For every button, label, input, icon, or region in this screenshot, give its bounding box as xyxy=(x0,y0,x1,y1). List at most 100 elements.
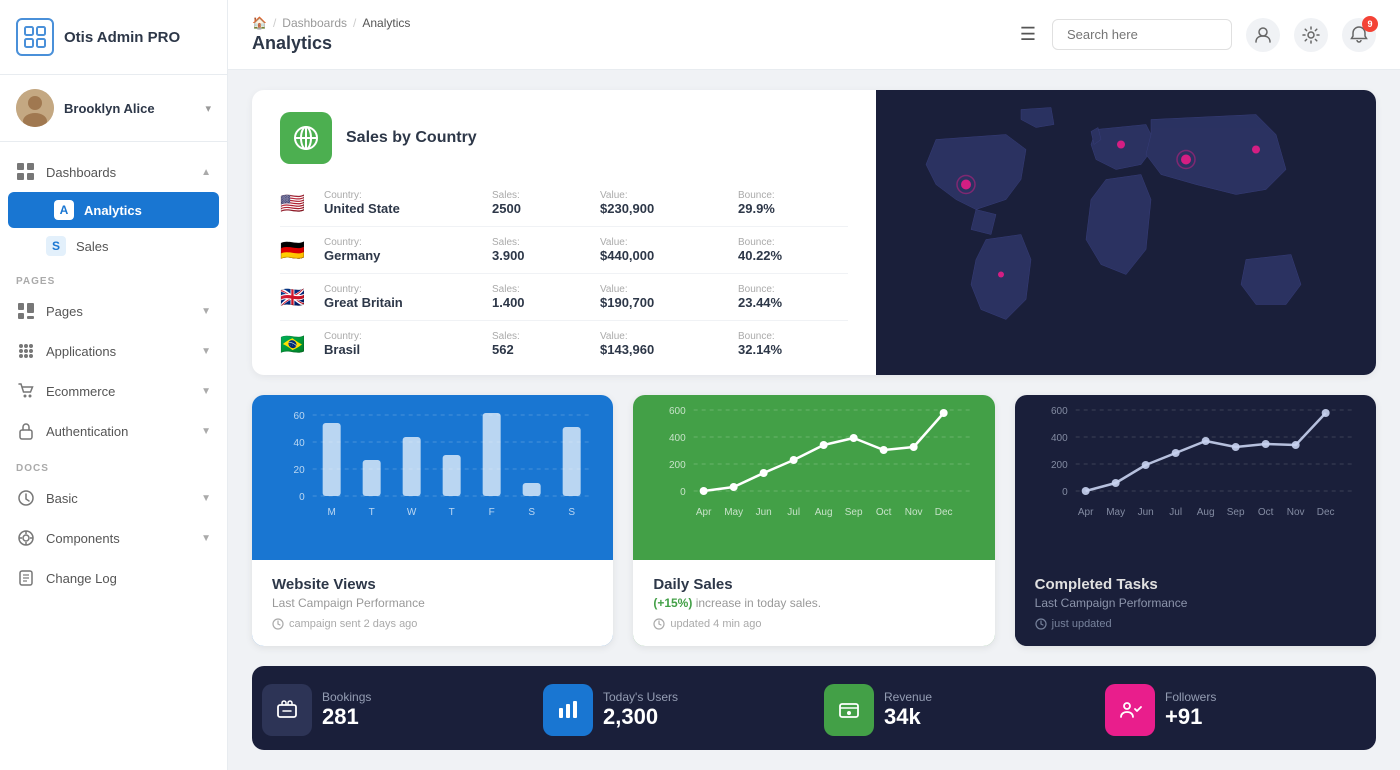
daily-sales-info: Daily Sales (+15%) increase in today sal… xyxy=(633,560,994,646)
svg-text:T: T xyxy=(449,507,455,518)
user-icon[interactable] xyxy=(1246,18,1280,52)
users-value: 2,300 xyxy=(603,704,806,730)
navigation: Dashboards ▲ A Analytics S Sales PAGES P… xyxy=(0,142,227,770)
svg-text:600: 600 xyxy=(669,406,686,417)
svg-text:Nov: Nov xyxy=(1286,507,1304,518)
svg-text:Jul: Jul xyxy=(788,507,801,518)
analytics-label: Analytics xyxy=(84,203,142,218)
svg-text:T: T xyxy=(369,507,375,518)
bookings-icon-box xyxy=(262,684,312,736)
ecommerce-label: Ecommerce xyxy=(46,384,191,399)
svg-text:60: 60 xyxy=(294,411,306,422)
country-info: Country: Great Britain xyxy=(324,284,484,310)
sidebar-item-pages[interactable]: Pages ▼ xyxy=(0,291,227,331)
svg-text:200: 200 xyxy=(1051,460,1068,471)
home-icon[interactable]: 🏠 xyxy=(252,16,267,30)
country-row: 🇺🇸 Country: United State Sales: 2500 Val… xyxy=(280,180,848,227)
topbar-left: 🏠 / Dashboards / Analytics Analytics xyxy=(252,16,1004,54)
bounce-info: Bounce: 32.14% xyxy=(738,331,848,357)
sidebar: Otis Admin PRO Brooklyn Alice ▾ Dashboar… xyxy=(0,0,228,770)
users-label: Today's Users xyxy=(603,690,806,704)
svg-text:400: 400 xyxy=(669,433,686,444)
clock-icon xyxy=(1035,618,1047,630)
sales-info: Sales: 562 xyxy=(492,331,592,357)
content-area: Sales by Country 🇺🇸 Country: United Stat… xyxy=(228,70,1400,770)
sidebar-item-sales[interactable]: S Sales xyxy=(0,228,227,264)
website-views-info: Website Views Last Campaign Performance … xyxy=(252,560,613,646)
changelog-label: Change Log xyxy=(46,571,211,586)
svg-text:Apr: Apr xyxy=(696,507,712,518)
breadcrumb-sep2: / xyxy=(353,16,356,30)
svg-text:200: 200 xyxy=(669,460,686,471)
svg-text:40: 40 xyxy=(294,438,306,449)
dashboards-icon xyxy=(16,162,36,182)
followers-icon-cell xyxy=(1095,666,1165,750)
completed-tasks-card: 600 400 200 0 Apr xyxy=(1015,395,1376,646)
breadcrumb-sep1: / xyxy=(273,16,276,30)
notifications-icon[interactable]: 9 xyxy=(1342,18,1376,52)
completed-tasks-subtitle: Last Campaign Performance xyxy=(1035,596,1356,610)
applications-icon xyxy=(16,341,36,361)
country-row: 🇩🇪 Country: Germany Sales: 3.900 Value: … xyxy=(280,227,848,274)
user-profile[interactable]: Brooklyn Alice ▾ xyxy=(0,75,227,142)
country-row: 🇧🇷 Country: Brasil Sales: 562 Value: $14… xyxy=(280,321,848,367)
svg-text:0: 0 xyxy=(1062,487,1068,498)
dashboards-label: Dashboards xyxy=(46,165,191,180)
clock-icon xyxy=(272,618,284,630)
applications-label: Applications xyxy=(46,344,191,359)
svg-text:Dec: Dec xyxy=(935,507,953,518)
completed-tasks-footer: just updated xyxy=(1035,618,1356,630)
svg-text:Sep: Sep xyxy=(845,507,863,518)
bounce-info: Bounce: 29.9% xyxy=(738,190,848,216)
world-map xyxy=(876,90,1376,375)
basic-label: Basic xyxy=(46,491,191,506)
sales-info: Sales: 2500 xyxy=(492,190,592,216)
breadcrumb-dashboards[interactable]: Dashboards xyxy=(282,16,347,30)
sidebar-item-basic[interactable]: Basic ▼ xyxy=(0,478,227,518)
sidebar-item-ecommerce[interactable]: Ecommerce ▼ xyxy=(0,371,227,411)
sidebar-item-authentication[interactable]: Authentication ▼ xyxy=(0,411,227,451)
users-text: Today's Users 2,300 xyxy=(603,666,814,750)
sidebar-item-analytics[interactable]: A Analytics xyxy=(8,192,219,228)
user-name: Brooklyn Alice xyxy=(64,101,195,116)
main-area: 🏠 / Dashboards / Analytics Analytics ☰ 9 xyxy=(228,0,1400,770)
map-section xyxy=(876,90,1376,375)
svg-text:Sep: Sep xyxy=(1226,507,1244,518)
svg-text:S: S xyxy=(568,507,575,518)
svg-text:Dec: Dec xyxy=(1316,507,1334,518)
value-info: Value: $440,000 xyxy=(600,237,730,263)
authentication-label: Authentication xyxy=(46,424,191,439)
settings-icon[interactable] xyxy=(1294,18,1328,52)
notification-badge: 9 xyxy=(1362,16,1378,32)
sidebar-item-dashboards[interactable]: Dashboards ▲ xyxy=(0,152,227,192)
bounce-info: Bounce: 40.22% xyxy=(738,237,848,263)
sales-label: Sales xyxy=(76,239,109,254)
ecommerce-icon xyxy=(16,381,36,401)
sidebar-item-changelog[interactable]: Change Log xyxy=(0,558,227,598)
bookings-icon-cell xyxy=(252,666,322,750)
pages-label: Pages xyxy=(46,304,191,319)
value-info: Value: $143,960 xyxy=(600,331,730,357)
svg-text:Oct: Oct xyxy=(1258,507,1274,518)
sales-letter: S xyxy=(46,236,66,256)
pages-section-label: PAGES xyxy=(0,264,227,291)
sidebar-item-components[interactable]: Components ▼ xyxy=(0,518,227,558)
basic-icon xyxy=(16,488,36,508)
svg-text:Oct: Oct xyxy=(876,507,892,518)
svg-text:F: F xyxy=(489,507,495,518)
sales-info: Sales: 3.900 xyxy=(492,237,592,263)
flag: 🇬🇧 xyxy=(280,285,316,310)
sidebar-item-applications[interactable]: Applications ▼ xyxy=(0,331,227,371)
avatar xyxy=(16,89,54,127)
followers-icon-box xyxy=(1105,684,1155,736)
svg-text:600: 600 xyxy=(1051,406,1068,417)
revenue-value: 34k xyxy=(884,704,1087,730)
followers-text: Followers +91 xyxy=(1165,666,1376,750)
pages-icon xyxy=(16,301,36,321)
svg-text:Aug: Aug xyxy=(815,507,833,518)
users-icon-cell xyxy=(533,666,603,750)
search-input[interactable] xyxy=(1052,19,1232,50)
menu-icon[interactable]: ☰ xyxy=(1020,24,1036,45)
daily-sales-footer: updated 4 min ago xyxy=(653,618,974,630)
value-info: Value: $230,900 xyxy=(600,190,730,216)
